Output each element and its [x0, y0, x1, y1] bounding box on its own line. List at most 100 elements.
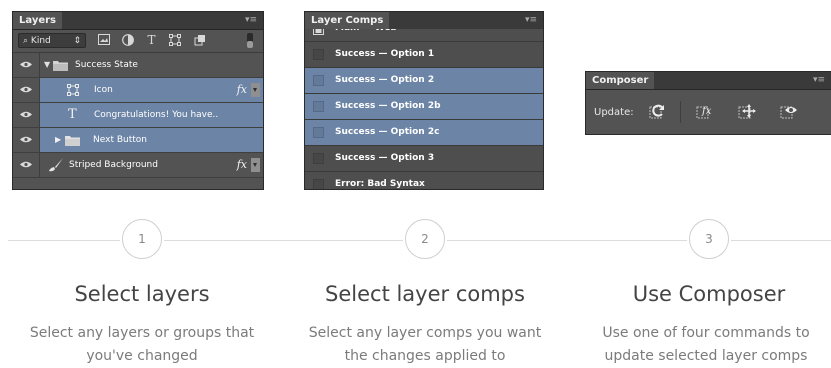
refresh-icon[interactable] [649, 102, 667, 120]
layers-panel: Layers ▾≡ ⌕ Kind ⇕ T ▼ Success State Ico… [12, 11, 264, 190]
visibility-toggle[interactable] [13, 103, 40, 127]
step-2-number: 2 [405, 219, 445, 259]
visibility-toggle[interactable] [13, 128, 40, 152]
updown-arrow-icon: ⇕ [73, 36, 81, 46]
comp-name: Success — Option 2c [335, 127, 440, 137]
step-2-title: Select layer comps [325, 282, 525, 306]
fx-update-icon[interactable]: fx [696, 102, 714, 120]
layer-name: Congratulations! You have.. [94, 110, 219, 120]
step-3-title: Use Composer [632, 282, 786, 306]
image-filter-icon[interactable] [97, 34, 110, 47]
comp-name: Success — Option 3 [335, 153, 435, 163]
step-3-number: 3 [689, 219, 729, 259]
eye-icon [20, 136, 32, 143]
folder-icon [53, 61, 68, 71]
comp-row[interactable]: Success — Option 2b [305, 94, 543, 120]
step-3-description: Use one of four commands to update selec… [602, 325, 810, 364]
layer-row[interactable]: ▶ Next Button [13, 128, 263, 153]
comp-row[interactable]: Success — Option 1 [305, 42, 543, 68]
brush-icon [49, 158, 63, 172]
layer-row[interactable]: Striped Background fx [13, 153, 263, 178]
layer-name: Striped Background [69, 160, 158, 170]
step-connector-line [8, 240, 120, 241]
layer-name: Icon [94, 85, 113, 95]
text-layer-icon: T [68, 107, 77, 122]
comp-row[interactable]: Success — Option 2c [305, 120, 543, 146]
composer-panel-menu-icon[interactable]: ▾≡ [813, 72, 825, 89]
layer-body[interactable]: Striped Background fx [40, 153, 263, 177]
step-2-description: Select any layer comps you want the chan… [308, 325, 542, 364]
filter-toggle-switch[interactable] [247, 33, 253, 48]
search-icon: ⌕ [23, 36, 29, 46]
eye-icon [20, 61, 32, 68]
comp-checkbox[interactable] [313, 179, 324, 189]
comp-checkbox[interactable] [313, 153, 324, 164]
layers-tab[interactable]: Layers [13, 12, 62, 29]
comp-checkbox[interactable] [313, 101, 324, 112]
composer-panel: Composer ▾≡ Update: fx [585, 71, 831, 135]
comp-name: Main — Web [335, 29, 397, 41]
adjustment-filter-icon[interactable] [121, 34, 134, 47]
layer-comps-panel-menu-icon[interactable]: ▾≡ [525, 12, 537, 29]
layers-panel-menu-icon[interactable]: ▾≡ [245, 12, 257, 29]
smart-object-filter-icon[interactable] [193, 34, 206, 47]
position-update-icon[interactable] [738, 102, 756, 120]
layer-body[interactable]: T Congratulations! You have.. [40, 103, 263, 127]
comp-row[interactable]: Success — Option 2 [305, 68, 543, 94]
comp-name: Error: Bad Syntax [335, 179, 425, 189]
layer-comps-panel-header: Layer Comps ▾≡ [305, 12, 543, 30]
layer-row[interactable]: ▼ Success State [13, 53, 263, 78]
step-1-number: 1 [122, 219, 162, 259]
expand-triangle-icon[interactable]: ▼ [44, 53, 50, 77]
layer-name: Next Button [93, 135, 147, 145]
eye-icon [20, 161, 32, 168]
effects-expand-icon[interactable] [251, 83, 260, 97]
layers-panel-header: Layers ▾≡ [13, 12, 263, 30]
document-icon [313, 29, 324, 35]
comp-row[interactable]: Success — Option 3 [305, 146, 543, 172]
layer-name: Success State [75, 60, 138, 70]
step-1-description: Select any layers or groups that you've … [29, 325, 255, 364]
comp-row[interactable]: Main — Web [305, 29, 543, 42]
visibility-toggle[interactable] [13, 153, 40, 177]
step-connector-line [731, 240, 831, 241]
kind-filter-label: Kind [30, 36, 51, 46]
layer-body[interactable]: Icon fx [40, 78, 263, 102]
visibility-toggle[interactable] [13, 53, 40, 77]
folder-icon [65, 136, 80, 146]
effects-expand-icon[interactable] [251, 158, 260, 172]
composer-tab[interactable]: Composer [586, 72, 655, 89]
visibility-update-icon[interactable] [780, 102, 798, 120]
step-connector-line [447, 240, 687, 241]
comp-name: Success — Option 2 [335, 75, 435, 85]
fx-icon[interactable]: fx [237, 153, 247, 177]
fx-icon[interactable]: fx [237, 78, 247, 102]
collapse-triangle-icon[interactable]: ▶ [55, 128, 61, 152]
comp-name: Success — Option 1 [335, 49, 435, 59]
visibility-toggle[interactable] [13, 78, 40, 102]
layer-body[interactable]: ▶ Next Button [40, 128, 263, 152]
layer-body[interactable]: ▼ Success State [40, 53, 263, 77]
layer-comps-panel: Layer Comps ▾≡ Main — Web Success — Opti… [304, 11, 544, 190]
type-filter-icon[interactable]: T [145, 34, 158, 47]
eye-icon [20, 111, 32, 118]
layer-row[interactable]: T Congratulations! You have.. [13, 103, 263, 128]
eye-icon [20, 86, 32, 93]
step-1-title: Select layers [74, 282, 210, 306]
comp-checkbox[interactable] [313, 75, 324, 86]
update-label: Update: [594, 107, 634, 118]
comp-checkbox[interactable] [313, 49, 324, 60]
shape-filter-icon[interactable] [168, 34, 181, 47]
layer-comps-list: Main — Web Success — Option 1 Success — … [305, 29, 543, 189]
comp-name: Success — Option 2b [335, 101, 441, 111]
step-connector-line [164, 240, 403, 241]
layers-filter-bar: ⌕ Kind ⇕ T [13, 30, 263, 53]
layer-row[interactable]: Icon fx [13, 78, 263, 103]
comp-row[interactable]: Error: Bad Syntax [305, 172, 543, 189]
composer-panel-header: Composer ▾≡ [586, 72, 831, 90]
shape-layer-icon [67, 84, 79, 96]
comp-checkbox[interactable] [313, 127, 324, 138]
command-divider [680, 101, 681, 123]
layer-comps-tab[interactable]: Layer Comps [305, 12, 390, 29]
kind-filter-select[interactable]: ⌕ Kind ⇕ [18, 33, 86, 48]
